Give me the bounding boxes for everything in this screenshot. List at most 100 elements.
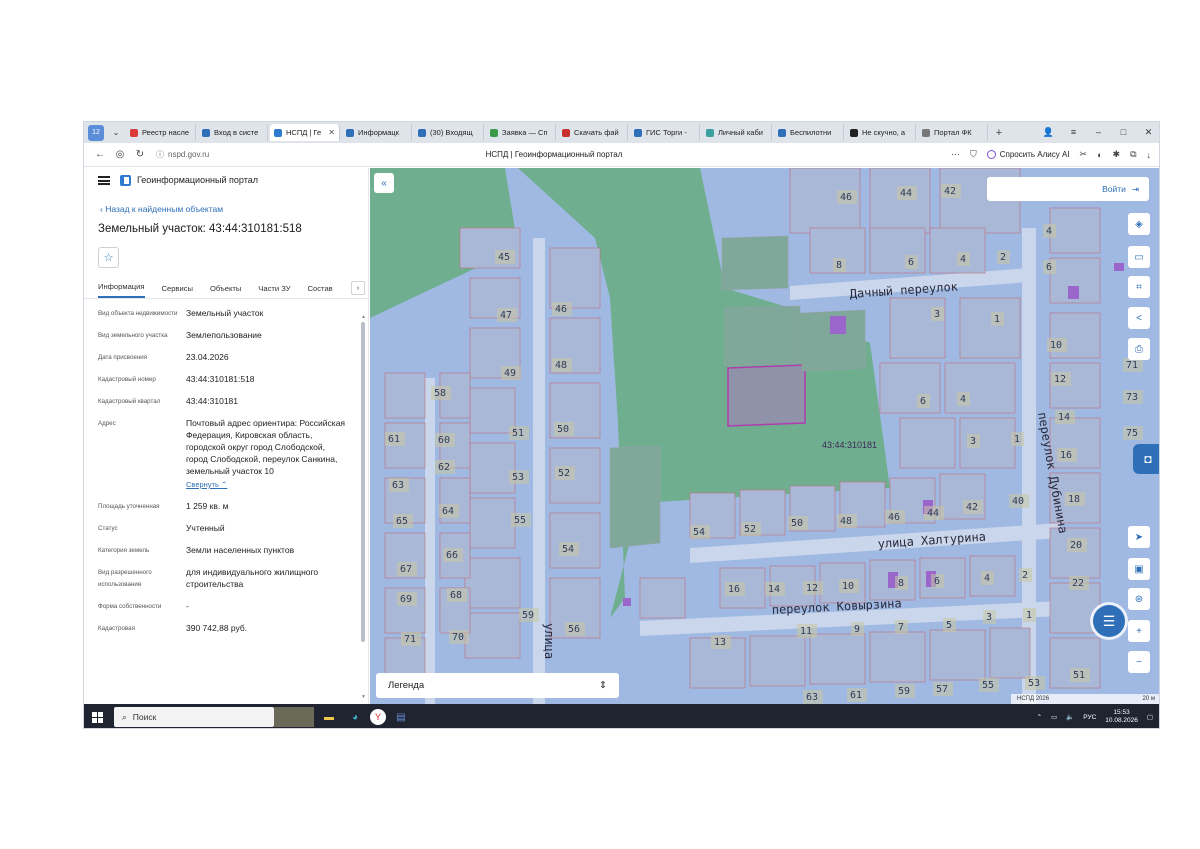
reload-icon[interactable]: ↻ [130, 149, 150, 160]
language-indicator[interactable]: РУС [1083, 714, 1096, 721]
volume-icon[interactable]: 🔈 [1066, 713, 1074, 721]
house-number: 62 [438, 462, 450, 473]
select-area-button[interactable]: ⌗ [1128, 276, 1150, 298]
print-icon: ⎙ [1135, 343, 1143, 355]
property-value: Земельный участок [186, 307, 346, 320]
browser-tab[interactable]: Портал ФК [918, 124, 988, 141]
scroll-up-arrow[interactable]: ▲ [361, 314, 366, 320]
zoom-out-button[interactable]: − [1128, 651, 1150, 673]
tabs-scroll-right-button[interactable]: › [351, 281, 365, 295]
house-number: 16 [728, 584, 740, 595]
extension-icon[interactable]: ✂ [1080, 149, 1088, 160]
browser-tab[interactable]: НСПД | Ге ✕ [270, 124, 340, 141]
house-number: 55 [514, 515, 526, 526]
house-number: 48 [840, 516, 852, 527]
house-number: 73 [1126, 392, 1138, 403]
house-number: 42 [966, 502, 978, 513]
measure-button[interactable]: ▭ [1128, 246, 1150, 268]
panel-tab[interactable]: Объекты [210, 284, 241, 298]
panel-scrollbar[interactable] [361, 322, 365, 642]
login-button[interactable]: Войти ⇥ [987, 177, 1149, 201]
panel-tab[interactable]: Сервисы [162, 284, 193, 298]
back-arrow-icon[interactable]: ← [90, 149, 110, 160]
basemap-button[interactable]: ▣ [1128, 558, 1150, 580]
taskbar-search[interactable]: ⌕ Поиск [114, 707, 274, 727]
back-link[interactable]: ‹ Назад к найденным объектам [84, 204, 368, 214]
pin-icon: ⊛ [1134, 593, 1144, 605]
share-button[interactable]: < [1128, 307, 1150, 329]
collections-icon[interactable]: ⧉ [1130, 149, 1136, 160]
shield-icon[interactable]: ◎ [110, 149, 130, 160]
chevron-up-icon[interactable]: ⌃ [1037, 713, 1042, 721]
edge-icon[interactable]: ◕ [344, 707, 366, 727]
more-icon[interactable]: ⋯ [951, 149, 960, 160]
explorer-icon[interactable]: ▬ [318, 707, 340, 727]
house-number: 3 [986, 612, 992, 623]
collapse-address-link[interactable]: Свернуть ⌃ [186, 479, 227, 491]
property-key: Форма собственности [98, 603, 162, 610]
chevron-down-icon[interactable]: ⌄ [108, 125, 124, 141]
house-number: 61 [388, 434, 400, 445]
layers-button[interactable]: ◈ [1128, 213, 1150, 235]
browser-tab[interactable]: Беспилотни [774, 124, 844, 141]
browser-tab[interactable]: Реестр насле [126, 124, 196, 141]
tab-title: Информацк [358, 128, 399, 137]
scroll-down-arrow[interactable]: ▼ [361, 694, 366, 700]
close-window-button[interactable]: ✕ [1136, 127, 1159, 138]
geolocate-button[interactable]: ➤ [1128, 526, 1150, 548]
browser-tab[interactable]: Не скучно, а [846, 124, 916, 141]
legend-dropdown[interactable]: Легенда ⇕ [376, 673, 619, 698]
assistant-side-button[interactable]: ◘ [1133, 444, 1159, 474]
word-icon[interactable]: ▤ [390, 707, 412, 727]
house-number: 8 [898, 578, 904, 589]
bookmark-icon[interactable]: ⛉ [970, 149, 977, 160]
menu-icon[interactable]: ≡ [1061, 127, 1086, 138]
menu-icon[interactable] [98, 175, 110, 185]
panel-tab[interactable]: Части ЗУ [258, 284, 290, 298]
yandex-browser-icon[interactable]: Y [370, 709, 386, 725]
map-canvas[interactable]: 43:44:310181 Дачный переулок улица Халту… [370, 168, 1159, 704]
start-button[interactable] [84, 711, 110, 723]
object-title: Земельный участок: 43:44:310181:518 [98, 223, 302, 235]
share-icon: < [1136, 312, 1142, 324]
new-tab-button[interactable]: + [992, 127, 1006, 139]
close-tab-icon[interactable]: ✕ [328, 128, 335, 137]
property-row: Адрес Почтовый адрес ориентира: Российска… [98, 417, 368, 491]
browser-tab[interactable]: (30) Входящ [414, 124, 484, 141]
house-number: 60 [438, 435, 450, 446]
minimize-button[interactable]: – [1086, 127, 1111, 138]
ask-alice-button[interactable]: Спросить Алису AI [986, 150, 1070, 159]
reader-icon[interactable]: ◐ [1097, 150, 1102, 160]
properties-list: Вид объекта недвижимости Земельный участо… [84, 299, 368, 635]
zoom-in-button[interactable]: + [1128, 620, 1150, 642]
browser-tab[interactable]: Вход в систе [198, 124, 268, 141]
tab-title: (30) Входящ [430, 128, 473, 137]
url-field[interactable]: ⓘ nspd.gov.ru [156, 149, 209, 160]
browser-tab[interactable]: Личный каби [702, 124, 772, 141]
puzzle-icon[interactable]: ✱ [1113, 149, 1121, 160]
chat-button[interactable]: ☰ [1093, 605, 1125, 637]
map-attribution: НСПД 2026 [1017, 696, 1050, 702]
browser-tab[interactable]: Информацк [342, 124, 412, 141]
browser-tab[interactable]: Скачать фай [558, 124, 628, 141]
browser-tab[interactable]: Заявка — Сп [486, 124, 556, 141]
browser-tab[interactable]: ГИС Торги - [630, 124, 700, 141]
marker-button[interactable]: ⊛ [1128, 588, 1150, 610]
notifications-icon[interactable]: ▢ [1147, 713, 1153, 721]
favorite-button[interactable]: ☆ [98, 247, 119, 268]
panel-tab[interactable]: Состав [308, 284, 333, 298]
collapse-panel-button[interactable]: « [374, 173, 394, 193]
profile-icon[interactable]: 👤 [1036, 127, 1061, 138]
network-icon[interactable]: ▭ [1051, 713, 1057, 721]
portal-logo-icon [120, 174, 131, 186]
download-icon[interactable]: ↓ [1147, 150, 1152, 160]
print-button[interactable]: ⎙ [1128, 338, 1150, 360]
portal-name: Геоинформационный портал [137, 175, 258, 185]
tab-counter-button[interactable]: 12 [88, 124, 104, 141]
property-value-text: для индивидуального жилищного строительс… [186, 567, 319, 589]
maximize-button[interactable]: □ [1111, 127, 1136, 138]
panel-tab[interactable]: Информация [98, 282, 145, 298]
clock[interactable]: 15:53 10.08.2026 [1105, 709, 1138, 725]
house-number: 51 [512, 428, 524, 439]
property-value: 43:44:310181 [186, 395, 346, 408]
